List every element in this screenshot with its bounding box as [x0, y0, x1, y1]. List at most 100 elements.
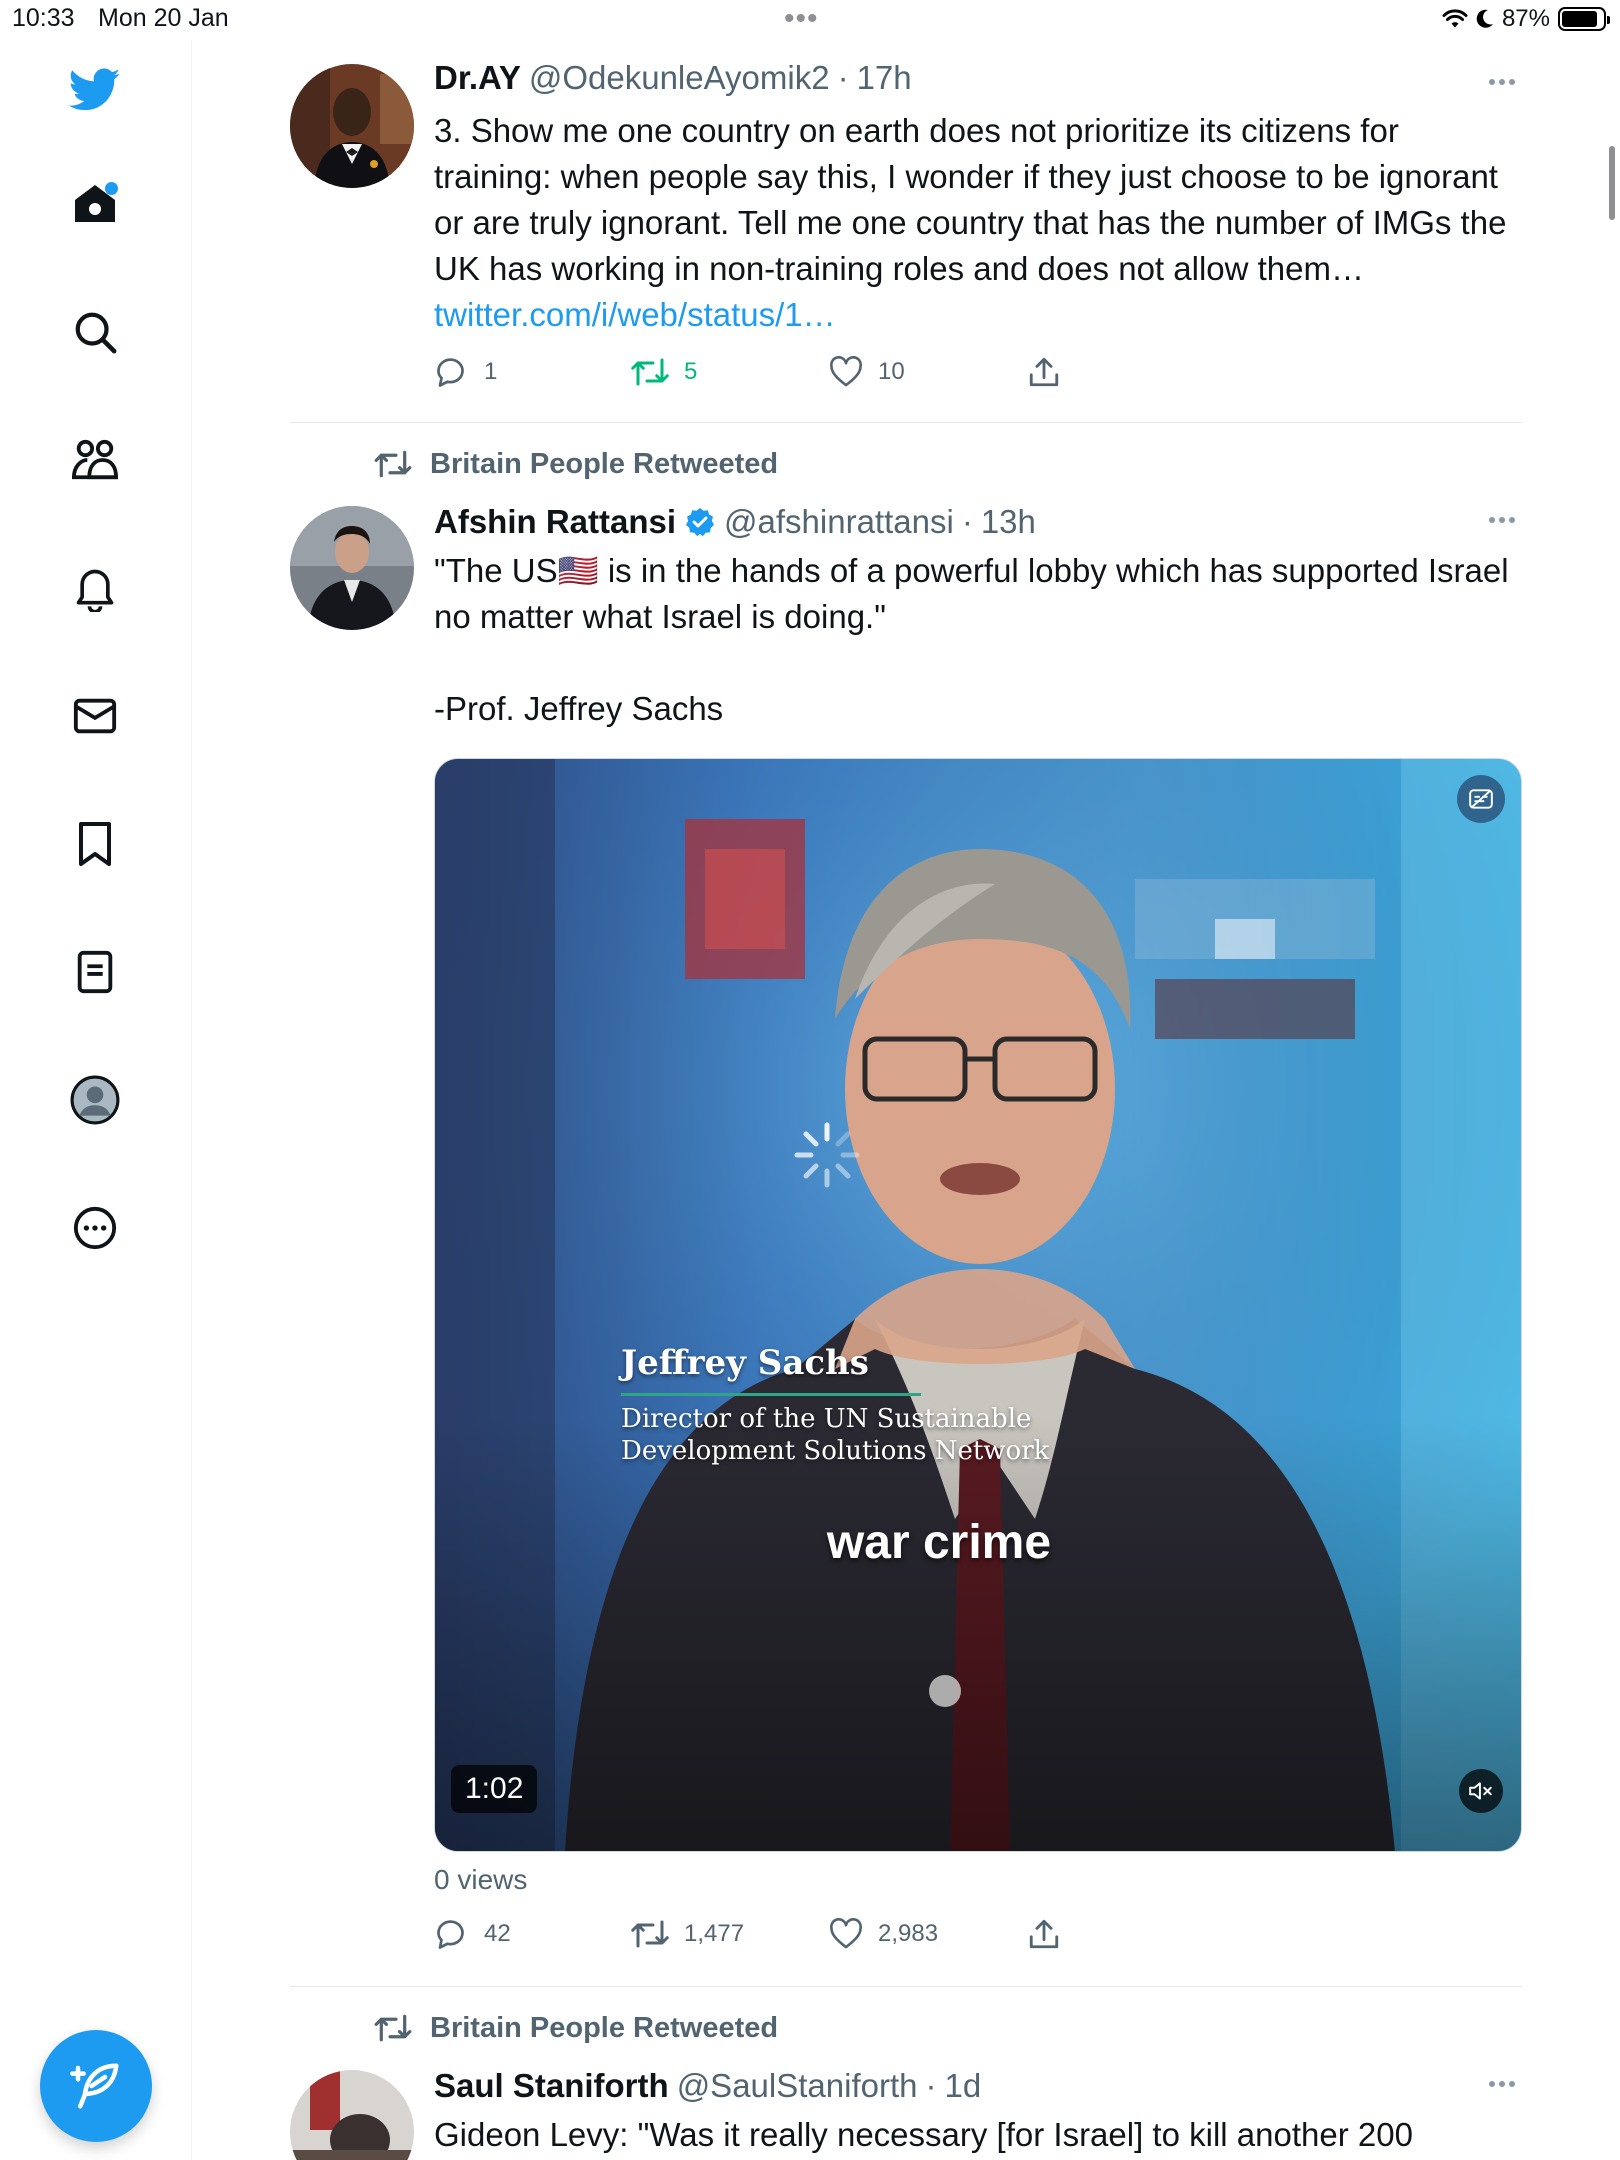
like-count: 2,983: [878, 1920, 939, 1947]
tweet-time[interactable]: 13h: [981, 503, 1036, 541]
retweet-indicator: Britain People Retweeted: [374, 2010, 778, 2046]
sidebar: [0, 40, 192, 2160]
retweet-indicator: Britain People Retweeted: [374, 446, 778, 482]
author-name[interactable]: Saul Staniforth: [434, 2067, 669, 2105]
nav-messages[interactable]: [55, 676, 135, 756]
battery-percent: 87%: [1501, 5, 1550, 32]
video-player[interactable]: Jeffrey Sachs Director of the UN Sustain…: [434, 758, 1522, 1852]
retweet-button[interactable]: 5: [630, 352, 697, 392]
tweet-text-content: 3. Show me one country on earth does not…: [434, 112, 1507, 287]
home-notification-dot: [105, 182, 118, 195]
list-icon: [77, 950, 113, 994]
tweet-more-button[interactable]: [1482, 508, 1522, 532]
tweet-more-button[interactable]: [1482, 2072, 1522, 2096]
nav-home[interactable]: [55, 164, 135, 244]
video-captions-toggle[interactable]: [1457, 775, 1505, 823]
nav-bookmarks[interactable]: [55, 804, 135, 884]
envelope-icon: [73, 698, 117, 734]
avatar[interactable]: [290, 64, 414, 188]
share-button[interactable]: [1028, 352, 1060, 392]
reply-icon: [437, 1920, 464, 1949]
status-time: 10:33: [12, 4, 75, 32]
nav-lists[interactable]: [55, 932, 135, 1012]
retweet-button[interactable]: 1,477: [630, 1914, 744, 1954]
wifi-icon: [1442, 9, 1468, 28]
tweet-text: 3. Show me one country on earth does not…: [434, 108, 1524, 338]
author-handle[interactable]: @OdekunleAyomik2: [529, 59, 830, 97]
author-name[interactable]: Dr.AY: [434, 59, 521, 97]
heart-icon: [830, 356, 862, 387]
video-caption-rule: [621, 1393, 921, 1396]
reply-count: 1: [484, 358, 498, 385]
tweet-text-attribution: -Prof. Jeffrey Sachs: [434, 690, 724, 727]
nav-explore[interactable]: [55, 292, 135, 372]
separator-dot: ·: [961, 503, 973, 540]
speaker-muted-icon: [1469, 1782, 1492, 1800]
tweet-actions: 1 5 10: [434, 352, 1334, 392]
nav-more[interactable]: [55, 1188, 135, 1268]
tweet-text: "The US🇺🇸 is in the hands of a powerful …: [434, 548, 1524, 732]
moon-icon: [1476, 9, 1493, 28]
video-subtitle: war crime: [826, 1516, 1052, 1569]
tweet-time[interactable]: 1d: [944, 2067, 981, 2105]
retweet-small-icon: [374, 450, 412, 478]
video-mute-button[interactable]: [1459, 1769, 1503, 1813]
tweet-text-content: Gideon Levy: "Was it really necessary [f…: [434, 2116, 1413, 2153]
scrollbar[interactable]: [1609, 146, 1615, 220]
tweet-actions: 42 1,477 2,983: [434, 1914, 1334, 1954]
tweet-link[interactable]: twitter.com/i/web/status/1…: [434, 296, 836, 333]
separator-dot: ·: [837, 59, 849, 96]
tweet-more-button[interactable]: [1482, 70, 1522, 94]
tweet-header: Saul Staniforth @SaulStaniforth · 1d: [434, 2066, 981, 2106]
tweet-afshin-rattansi[interactable]: Britain People Retweeted Afshin Rattansi…: [290, 446, 1522, 1966]
bookmark-icon: [79, 822, 111, 866]
tweet-header: Afshin Rattansi @afshinrattansi · 13h: [434, 502, 1036, 542]
multitasking-dots-icon[interactable]: •••: [784, 2, 819, 36]
avatar[interactable]: [290, 506, 414, 630]
video-duration: 1:02: [451, 1765, 538, 1813]
reply-button[interactable]: 42: [434, 1914, 511, 1954]
nav-notifications[interactable]: [55, 548, 135, 628]
share-button[interactable]: [1028, 1914, 1060, 1954]
retweet-count: 1,477: [684, 1920, 745, 1947]
twitter-logo-icon[interactable]: [55, 50, 135, 130]
retweet-count: 5: [684, 358, 698, 385]
heart-icon: [830, 1918, 862, 1949]
retweeted-by-label[interactable]: Britain People Retweeted: [430, 448, 778, 481]
author-handle[interactable]: @SaulStaniforth: [677, 2067, 918, 2105]
video-caption-title: Director of the UN Sustainable Developme…: [621, 1404, 1050, 1466]
tweet-text: Gideon Levy: "Was it really necessary [f…: [434, 2112, 1524, 2158]
tweet-time[interactable]: 17h: [857, 59, 912, 97]
author-name[interactable]: Afshin Rattansi: [434, 503, 676, 541]
author-handle[interactable]: @afshinrattansi: [724, 503, 954, 541]
tweet-saul-staniforth[interactable]: Britain People Retweeted Saul Staniforth…: [290, 2010, 1522, 2160]
avatar[interactable]: [290, 2070, 414, 2160]
tweet-text-quote: "The US🇺🇸 is in the hands of a powerful …: [434, 552, 1509, 635]
compose-feather-icon: [70, 2063, 119, 2109]
battery-icon: [1558, 7, 1610, 31]
more-circle-icon: [73, 1206, 117, 1250]
screen: 10:33 Mon 20 Jan ••• 87% Dr.AY @Odekunle…: [0, 0, 1620, 2160]
tweet-divider: [290, 1986, 1522, 1987]
retweet-small-icon: [374, 2014, 412, 2042]
profile-avatar-icon: [70, 1075, 120, 1125]
reply-button[interactable]: 1: [434, 352, 497, 392]
verified-badge-icon: [686, 508, 715, 537]
tweet-dr-ay[interactable]: Dr.AY @OdekunleAyomik2 · 17h 3. Show me …: [290, 40, 1522, 420]
nav-profile[interactable]: [55, 1060, 135, 1140]
status-date: Mon 20 Jan: [98, 4, 229, 32]
like-button[interactable]: 2,983: [828, 1914, 938, 1954]
video-frame: [435, 759, 1521, 1851]
nav-communities[interactable]: [55, 420, 135, 500]
like-button[interactable]: 10: [828, 352, 905, 392]
reply-count: 42: [484, 1920, 511, 1947]
like-count: 10: [878, 358, 905, 385]
compose-tweet-button[interactable]: [40, 2030, 152, 2142]
retweet-icon: [631, 358, 669, 386]
tweet-header: Dr.AY @OdekunleAyomik2 · 17h: [434, 58, 912, 98]
communities-icon: [72, 439, 119, 480]
retweeted-by-label[interactable]: Britain People Retweeted: [430, 2012, 778, 2045]
video-caption-name: Jeffrey Sachs: [621, 1343, 869, 1383]
share-icon: [1029, 357, 1059, 387]
battery-fill: [1562, 11, 1597, 27]
